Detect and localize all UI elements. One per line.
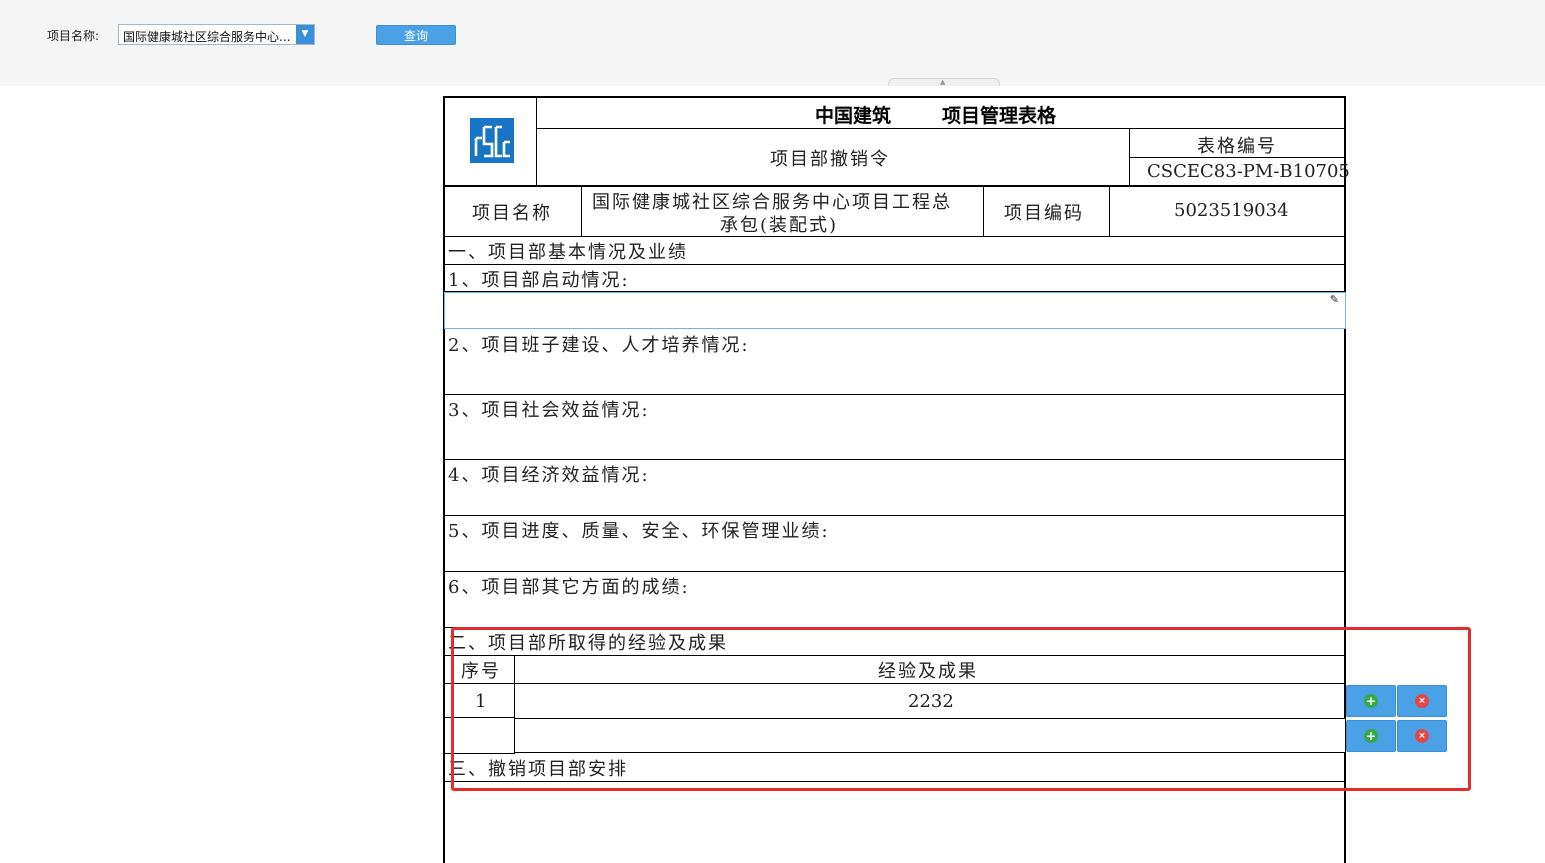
row-line-4 bbox=[444, 459, 1345, 460]
header-divider-h bbox=[537, 128, 1345, 129]
revocation-form: 中国建筑 项目管理表格 项目部撤销令 表格编号 CSCEC83-PM-B1070… bbox=[0, 0, 1545, 863]
project-code-value: 5023519034 bbox=[1174, 200, 1289, 221]
form-code-label: 表格编号 bbox=[1197, 136, 1277, 157]
chevron-down-icon[interactable]: ▼ bbox=[296, 25, 314, 44]
row-line-1 bbox=[444, 264, 1345, 265]
item-6-label: 6、项目部其它方面的成绩: bbox=[448, 577, 690, 598]
project-name-line2: 承包(装配式) bbox=[720, 215, 839, 236]
chevron-up-icon: ▲ bbox=[940, 78, 946, 86]
pencil-icon: ✎ bbox=[1329, 293, 1339, 306]
info-divider-2 bbox=[983, 186, 984, 236]
row-line-6 bbox=[444, 571, 1345, 572]
filter-bar: 项目名称: 国际健康城社区综合服务中心... ▼ 查询 bbox=[0, 0, 1545, 86]
code-divider-h bbox=[1130, 157, 1345, 158]
header-bottom-line bbox=[444, 185, 1345, 187]
project-select[interactable]: 国际健康城社区综合服务中心... ▼ bbox=[118, 24, 315, 45]
project-code-cell-label: 项目编码 bbox=[1004, 203, 1084, 224]
item-1-label: 1、项目部启动情况: bbox=[448, 270, 630, 291]
collapse-toggle[interactable]: ▲ bbox=[888, 78, 1000, 86]
header-title: 项目管理表格 bbox=[942, 105, 1057, 127]
item-1-input[interactable]: ✎ bbox=[444, 292, 1346, 329]
query-button[interactable]: 查询 bbox=[376, 25, 456, 45]
cscec-logo bbox=[470, 118, 514, 163]
project-name-label: 项目名称: bbox=[47, 29, 100, 43]
form-name: 项目部撤销令 bbox=[770, 149, 890, 170]
project-name-cell-label: 项目名称 bbox=[472, 203, 552, 224]
item-4-label: 4、项目经济效益情况: bbox=[448, 465, 650, 486]
info-divider-1 bbox=[581, 186, 582, 236]
form-code-value: CSCEC83-PM-B10705 bbox=[1147, 161, 1350, 182]
header-divider-v bbox=[536, 97, 537, 185]
item-3-label: 3、项目社会效益情况: bbox=[448, 400, 650, 421]
section-1-title: 一、项目部基本情况及业绩 bbox=[448, 242, 688, 263]
company-name: 中国建筑 bbox=[815, 105, 892, 127]
item-5-label: 5、项目进度、质量、安全、环保管理业绩: bbox=[448, 521, 830, 542]
form-border-left bbox=[443, 96, 445, 863]
row-line-3 bbox=[444, 394, 1345, 395]
info-bottom-line bbox=[444, 236, 1345, 237]
info-divider-3 bbox=[1109, 186, 1110, 236]
project-select-value: 国际健康城社区综合服务中心... bbox=[123, 30, 291, 44]
item-2-label: 2、项目班子建设、人才培养情况: bbox=[448, 335, 750, 356]
form-border-top bbox=[443, 96, 1346, 98]
row-line-5 bbox=[444, 515, 1345, 516]
highlight-annotation-box bbox=[451, 627, 1471, 791]
